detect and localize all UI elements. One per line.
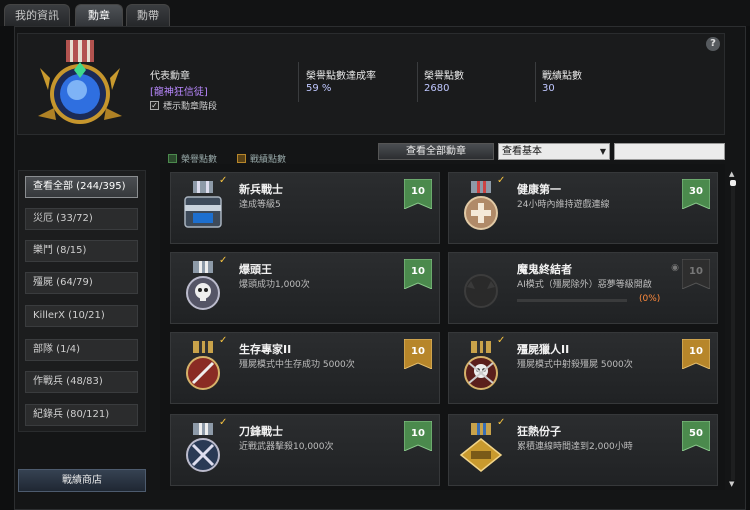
- medal-list-scrollbar[interactable]: ▲ ▼: [729, 170, 737, 490]
- category-disaster[interactable]: 災厄 (33/72): [25, 208, 138, 230]
- honor-points-badge: 10: [404, 259, 432, 289]
- scroll-track[interactable]: [731, 180, 735, 480]
- honor-points-label: 榮譽點數: [424, 71, 464, 82]
- divider: [535, 62, 536, 102]
- show-level-label: 標示勳章階段: [163, 102, 218, 112]
- category-killerx[interactable]: KillerX (10/21): [25, 305, 138, 327]
- locked-points-badge: 10: [682, 259, 710, 289]
- survivor-medal-icon: [179, 339, 227, 397]
- achieved-check-icon: ✓: [219, 175, 228, 186]
- category-fight[interactable]: 樂鬥 (8/15): [25, 240, 138, 262]
- medal-card[interactable]: ✓ 狂熱份子 累積連線時間達到2,000小時 50: [448, 414, 718, 486]
- medal-card[interactable]: ✓ 爆頭王 爆頭成功1,000次 10: [170, 252, 440, 324]
- achieved-check-icon: ✓: [219, 335, 228, 346]
- welcome-cso-medal-icon: [179, 179, 227, 237]
- category-zombie[interactable]: 殭屍 (64/79): [25, 272, 138, 294]
- battle-points-badge: 10: [404, 339, 432, 369]
- honor-points-badge: 30: [682, 179, 710, 209]
- honor-points-badge: 10: [404, 421, 432, 451]
- achieved-check-icon: ✓: [497, 335, 506, 346]
- view-all-medals-button[interactable]: 查看全部勳章: [378, 143, 494, 160]
- honor-rate-label: 榮譽點數達成率: [306, 71, 376, 82]
- rep-medal-label: 代表勳章: [150, 71, 190, 82]
- honor-points-badge: 50: [682, 421, 710, 451]
- tab-my-info[interactable]: 我的資訊: [4, 4, 70, 26]
- category-squad[interactable]: 部隊 (1/4): [25, 339, 138, 361]
- scroll-up-icon[interactable]: ▲: [729, 170, 734, 178]
- medal-card[interactable]: 魔鬼終結者 AI模式（殭屍除外）惡夢等級開啟 (0%) ◉ 10: [448, 252, 718, 324]
- achieved-check-icon: ✓: [219, 417, 228, 428]
- category-combat-soldier[interactable]: 作戰兵 (48/83): [25, 371, 138, 393]
- eye-icon: ◉: [671, 263, 679, 273]
- health-medal-icon: [457, 179, 505, 237]
- progress-bar: [517, 299, 627, 302]
- tab-medals[interactable]: 勳章: [75, 4, 123, 26]
- honor-rate-value: 59 %: [306, 83, 332, 94]
- honor-swatch-icon: [168, 154, 177, 163]
- achieved-check-icon: ✓: [497, 175, 506, 186]
- tab-ribbons[interactable]: 勳帶: [126, 4, 170, 26]
- skull-medal-icon: [179, 259, 227, 317]
- view-filter-dropdown[interactable]: 查看基本 ▼: [498, 143, 610, 160]
- demon-medal-icon: [457, 259, 505, 317]
- show-level-checkbox[interactable]: ✓: [150, 101, 159, 110]
- medal-card[interactable]: ✓ 刀鋒戰士 近戰武器擊殺10,000次 10: [170, 414, 440, 486]
- divider: [417, 62, 418, 102]
- battle-points-value: 30: [542, 83, 555, 94]
- achieved-check-icon: ✓: [219, 255, 228, 266]
- honor-points-badge: 10: [404, 179, 432, 209]
- category-record-soldier[interactable]: 紀錄兵 (80/121): [25, 404, 138, 426]
- zombie-hunter-medal-icon: [457, 339, 505, 397]
- fanatic-medal-icon: [457, 421, 505, 479]
- rep-medal-name: [龍神狂信徒]: [150, 87, 208, 98]
- show-level-toggle[interactable]: ✓ 標示勳章階段: [150, 99, 217, 112]
- battle-points-label: 戰績點數: [542, 71, 582, 82]
- blade-medal-icon: [179, 421, 227, 479]
- representative-medal-icon: [30, 38, 130, 130]
- medal-card[interactable]: ✓ 生存專家II 殭屍模式中生存成功 5000次 10: [170, 332, 440, 404]
- medal-card[interactable]: ✓ 健康第一 24小時內維持遊戲連線 30: [448, 172, 718, 244]
- help-icon[interactable]: ?: [706, 37, 720, 51]
- battle-points-badge: 10: [682, 339, 710, 369]
- battle-swatch-icon: [237, 154, 246, 163]
- battle-shop-button[interactable]: 戰績商店: [18, 469, 146, 492]
- category-all[interactable]: 查看全部 (244/395): [25, 176, 138, 198]
- achieved-check-icon: ✓: [497, 417, 506, 428]
- divider: [298, 62, 299, 102]
- honor-points-value: 2680: [424, 83, 450, 94]
- scroll-thumb[interactable]: [730, 180, 736, 186]
- search-input[interactable]: [614, 143, 725, 160]
- progress-text: (0%): [639, 294, 661, 304]
- medal-card[interactable]: ✓ 殭屍獵人II 殭屍模式中射殺殭屍 5000次 10: [448, 332, 718, 404]
- medal-card[interactable]: ✓ 新兵戰士 達成等級5 10: [170, 172, 440, 244]
- scroll-down-icon[interactable]: ▼: [729, 480, 734, 488]
- tab-bar: 我的資訊 勳章 勳帶: [0, 0, 750, 26]
- chevron-down-icon: ▼: [599, 147, 606, 156]
